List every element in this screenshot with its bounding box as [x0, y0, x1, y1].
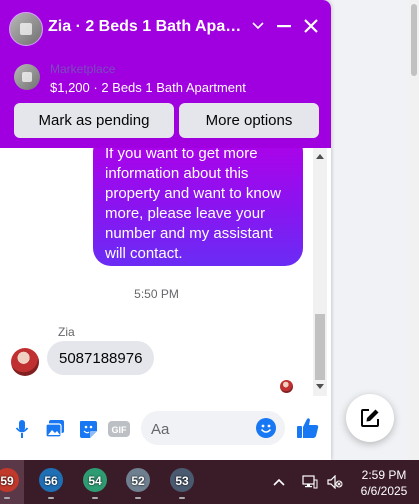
listing-source: Marketplace: [50, 62, 116, 76]
seen-indicator-avatar: [280, 380, 293, 393]
thumbs-up-icon[interactable]: [296, 416, 320, 440]
taskbar-weather-app[interactable]: 53: [165, 466, 199, 500]
clock-time: 2:59 PM: [361, 468, 407, 482]
close-icon[interactable]: [299, 14, 323, 38]
sticker-icon[interactable]: [77, 418, 99, 440]
clock-date: 6/6/2025: [360, 484, 408, 498]
chat-window: Zia · 2 Beds 1 Bath Apartm... Marketplac…: [0, 0, 331, 460]
composer-bar: GIF: [0, 398, 331, 460]
message-list[interactable]: If you want to get more information abou…: [0, 148, 313, 396]
listing-details[interactable]: $1,200 · 2 Beds 1 Bath Apartment: [50, 80, 246, 95]
message-scrollbar[interactable]: [313, 148, 327, 396]
more-options-button[interactable]: More options: [179, 103, 319, 138]
emoji-icon[interactable]: [256, 418, 276, 438]
message-input[interactable]: [149, 411, 257, 447]
time-separator: 5:50 PM: [134, 287, 179, 301]
sender-name: Zia: [58, 325, 75, 339]
taskbar-weather-app[interactable]: 52: [121, 466, 155, 500]
scroll-down-arrow[interactable]: [316, 384, 324, 389]
outgoing-message[interactable]: If you want to get more information abou…: [93, 148, 303, 266]
chevron-down-icon[interactable]: [246, 14, 270, 38]
gif-label: GIF: [112, 425, 128, 435]
minimize-icon[interactable]: [272, 14, 296, 38]
network-icon[interactable]: [302, 474, 318, 490]
message-scrollbar-thumb[interactable]: [315, 314, 325, 380]
gif-icon[interactable]: GIF: [107, 418, 131, 440]
system-clock[interactable]: 2:59 PM 6/6/2025: [352, 467, 416, 499]
weather-temp: 54: [88, 474, 102, 488]
taskbar-weather-app[interactable]: 59: [0, 466, 24, 500]
volume-muted-icon[interactable]: [327, 474, 343, 490]
weather-temp: 53: [175, 474, 189, 488]
scroll-up-arrow[interactable]: [316, 154, 324, 159]
taskbar: 59 56 54 52 53 2:59 PM 6/6/2025: [0, 460, 419, 504]
new-message-button[interactable]: [346, 394, 394, 442]
photo-icon[interactable]: [44, 418, 66, 440]
microphone-icon[interactable]: [11, 418, 33, 440]
weather-temp: 59: [0, 474, 14, 488]
incoming-message[interactable]: 5087188976: [47, 341, 155, 375]
taskbar-weather-app[interactable]: 56: [34, 466, 68, 500]
sender-avatar[interactable]: [11, 348, 39, 376]
chat-header: Zia · 2 Beds 1 Bath Apartm... Marketplac…: [0, 0, 331, 148]
message-input-container[interactable]: [141, 411, 285, 447]
mark-as-pending-button[interactable]: Mark as pending: [14, 103, 174, 138]
chat-title[interactable]: Zia · 2 Beds 1 Bath Apartm...: [48, 18, 243, 36]
page-scrollbar[interactable]: [409, 0, 419, 460]
compose-icon: [360, 408, 380, 428]
listing-thumbnail[interactable]: [14, 64, 40, 90]
contact-avatar[interactable]: [9, 12, 43, 46]
taskbar-weather-app[interactable]: 54: [78, 466, 112, 500]
page-scrollbar-thumb[interactable]: [411, 4, 417, 76]
weather-temp: 52: [131, 474, 145, 488]
weather-temp: 56: [44, 474, 58, 488]
chevron-up-icon[interactable]: [271, 474, 287, 490]
